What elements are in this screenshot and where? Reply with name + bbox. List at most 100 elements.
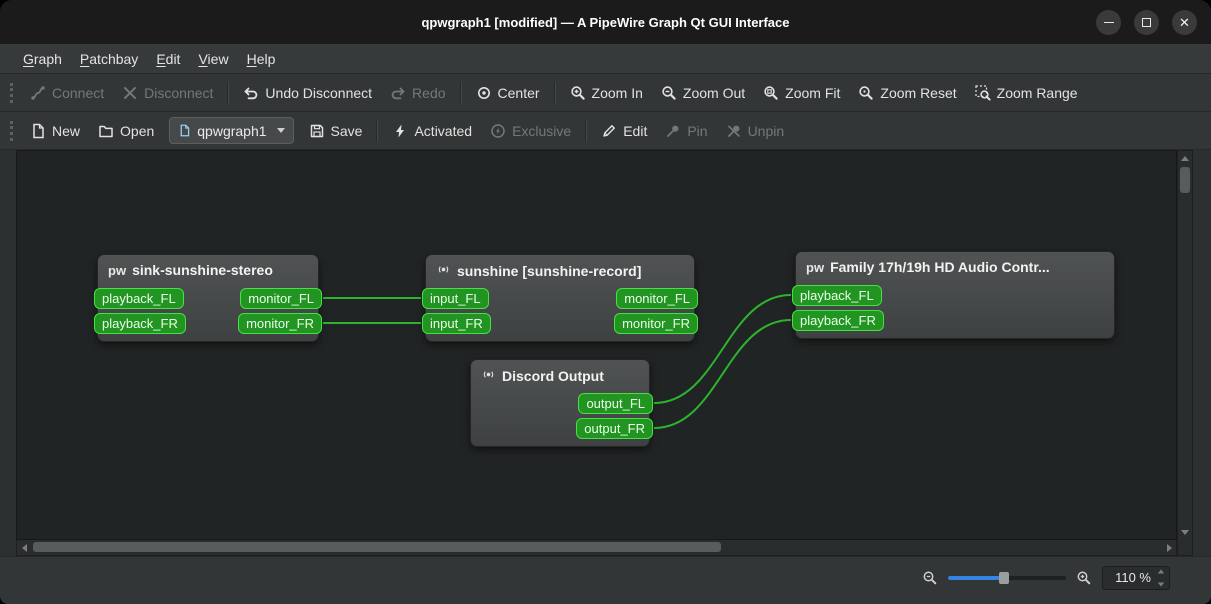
zoom-reset-label: Zoom Reset <box>880 84 957 101</box>
connect-label: Connect <box>52 84 105 101</box>
zoom-in-button[interactable]: Zoom In <box>561 80 652 106</box>
scroll-right-arrow[interactable] <box>1162 541 1176 555</box>
port-monitor-fr[interactable]: monitor_FR <box>238 313 322 334</box>
minimize-button[interactable] <box>1096 9 1121 35</box>
toolbar-drag-handle[interactable] <box>10 82 13 103</box>
port-playback-fl[interactable]: playback_FL <box>94 288 184 309</box>
node-family-hd-audio[interactable]: pw Family 17h/19h HD Audio Contr... play… <box>792 251 1115 339</box>
new-label: New <box>52 122 81 139</box>
maximize-icon <box>1142 17 1151 27</box>
port-input-fl[interactable]: input_FL <box>422 288 489 309</box>
menu-graph[interactable]: Graph <box>14 47 71 71</box>
zoom-slider-thumb[interactable] <box>999 571 1009 584</box>
minimize-icon <box>1103 21 1114 23</box>
maximize-button[interactable] <box>1134 9 1159 35</box>
node-title-text: sunshine [sunshine-record] <box>457 263 642 279</box>
disconnect-button[interactable]: Disconnect <box>113 80 222 106</box>
redo-label: Redo <box>412 84 446 101</box>
zoom-slider[interactable] <box>948 571 1066 584</box>
pin-icon <box>665 123 681 139</box>
vertical-scrollbar-track[interactable] <box>1178 165 1192 525</box>
new-button[interactable]: New <box>21 118 89 144</box>
spin-down-arrow[interactable] <box>1157 582 1165 586</box>
toolbar-separator <box>376 119 379 142</box>
window-title: qpwgraph1 [modified] — A PipeWire Graph … <box>421 14 790 30</box>
zoom-in-icon <box>570 85 586 101</box>
close-button[interactable]: ✕ <box>1172 9 1197 35</box>
spin-up-arrow[interactable] <box>1157 569 1165 573</box>
edit-label: Edit <box>623 122 648 139</box>
menu-help[interactable]: Help <box>238 47 285 71</box>
zoom-range-button[interactable]: Zoom Range <box>966 80 1087 106</box>
menu-patchbay[interactable]: Patchbay <box>71 47 147 71</box>
titlebar[interactable]: qpwgraph1 [modified] — A PipeWire Graph … <box>0 0 1211 44</box>
right-gutter <box>1193 150 1211 556</box>
node-discord-output[interactable]: Discord Output output_FL output_FR <box>470 359 653 447</box>
activated-bolt-icon <box>392 123 408 139</box>
node-title-text: sink-sunshine-stereo <box>132 262 273 278</box>
connect-button[interactable]: Connect <box>21 80 113 106</box>
open-folder-icon <box>98 123 114 139</box>
port-playback-fl[interactable]: playback_FL <box>792 285 882 306</box>
zoom-out-icon <box>661 85 677 101</box>
scroll-left-arrow[interactable] <box>17 541 31 555</box>
undo-icon <box>243 85 259 101</box>
redo-button[interactable]: Redo <box>381 80 454 106</box>
node-title-text: Discord Output <box>502 368 604 384</box>
menu-view[interactable]: View <box>189 47 237 71</box>
activated-label: Activated <box>414 122 473 139</box>
zoom-in-label: Zoom In <box>591 84 643 101</box>
chevron-down-icon <box>276 128 285 133</box>
port-output-fl[interactable]: output_FL <box>578 393 653 414</box>
port-monitor-fr[interactable]: monitor_FR <box>614 313 698 334</box>
center-button[interactable]: Center <box>467 80 549 106</box>
port-playback-fr[interactable]: playback_FR <box>792 310 884 331</box>
menubar: Graph Patchbay Edit View Help <box>0 44 1211 74</box>
port-input-fr[interactable]: input_FR <box>422 313 491 334</box>
zoom-in-small-icon[interactable] <box>1076 570 1092 586</box>
save-label: Save <box>330 122 363 139</box>
open-button[interactable]: Open <box>89 118 163 144</box>
horizontal-scrollbar[interactable] <box>16 540 1177 556</box>
toolbar-drag-handle[interactable] <box>10 120 13 141</box>
zoom-reset-button[interactable]: Zoom Reset <box>849 80 965 106</box>
save-button[interactable]: Save <box>300 118 372 144</box>
port-playback-fr[interactable]: playback_FR <box>94 313 186 334</box>
pipewire-icon: pw <box>806 259 825 275</box>
save-icon <box>309 123 325 139</box>
statusbar: 110 % <box>0 556 1211 604</box>
new-file-icon <box>30 123 46 139</box>
zoom-out-button[interactable]: Zoom Out <box>652 80 754 106</box>
zoom-spinbox[interactable]: 110 % <box>1102 565 1170 590</box>
menu-edit[interactable]: Edit <box>147 47 189 71</box>
port-monitor-fl[interactable]: monitor_FL <box>616 288 698 309</box>
center-label: Center <box>497 84 540 101</box>
scroll-down-arrow[interactable] <box>1178 525 1192 539</box>
toolbar-separator <box>459 81 462 104</box>
graph-canvas[interactable]: pw sink-sunshine-stereo playback_FL play… <box>16 150 1177 540</box>
zoom-fit-button[interactable]: Zoom Fit <box>754 80 849 106</box>
patchbay-file-combo[interactable]: qpwgraph1 <box>169 117 294 144</box>
vertical-scrollbar[interactable] <box>1177 150 1193 556</box>
exclusive-button[interactable]: Exclusive <box>481 118 580 144</box>
activated-button[interactable]: Activated <box>383 118 481 144</box>
unpin-button[interactable]: Unpin <box>717 118 794 144</box>
node-sunshine-record[interactable]: sunshine [sunshine-record] input_FL inpu… <box>422 254 698 342</box>
zoom-fit-icon <box>763 85 779 101</box>
undo-disconnect-button[interactable]: Undo Disconnect <box>234 80 381 106</box>
zoom-range-label: Zoom Range <box>996 84 1078 101</box>
toolbar-separator <box>585 119 588 142</box>
open-label: Open <box>120 122 155 139</box>
edit-button[interactable]: Edit <box>592 118 656 144</box>
node-sink-sunshine-stereo[interactable]: pw sink-sunshine-stereo playback_FL play… <box>94 254 322 342</box>
port-output-fr[interactable]: output_FR <box>576 418 653 439</box>
zoom-out-label: Zoom Out <box>682 84 746 101</box>
horizontal-scrollbar-thumb[interactable] <box>33 542 721 552</box>
pin-button[interactable]: Pin <box>656 118 716 144</box>
unpin-icon <box>726 123 742 139</box>
port-monitor-fl[interactable]: monitor_FL <box>240 288 322 309</box>
vertical-scrollbar-thumb[interactable] <box>1180 167 1190 193</box>
zoom-out-small-icon[interactable] <box>922 570 938 586</box>
scroll-up-arrow[interactable] <box>1178 151 1192 165</box>
zoom-range-icon <box>975 84 991 101</box>
